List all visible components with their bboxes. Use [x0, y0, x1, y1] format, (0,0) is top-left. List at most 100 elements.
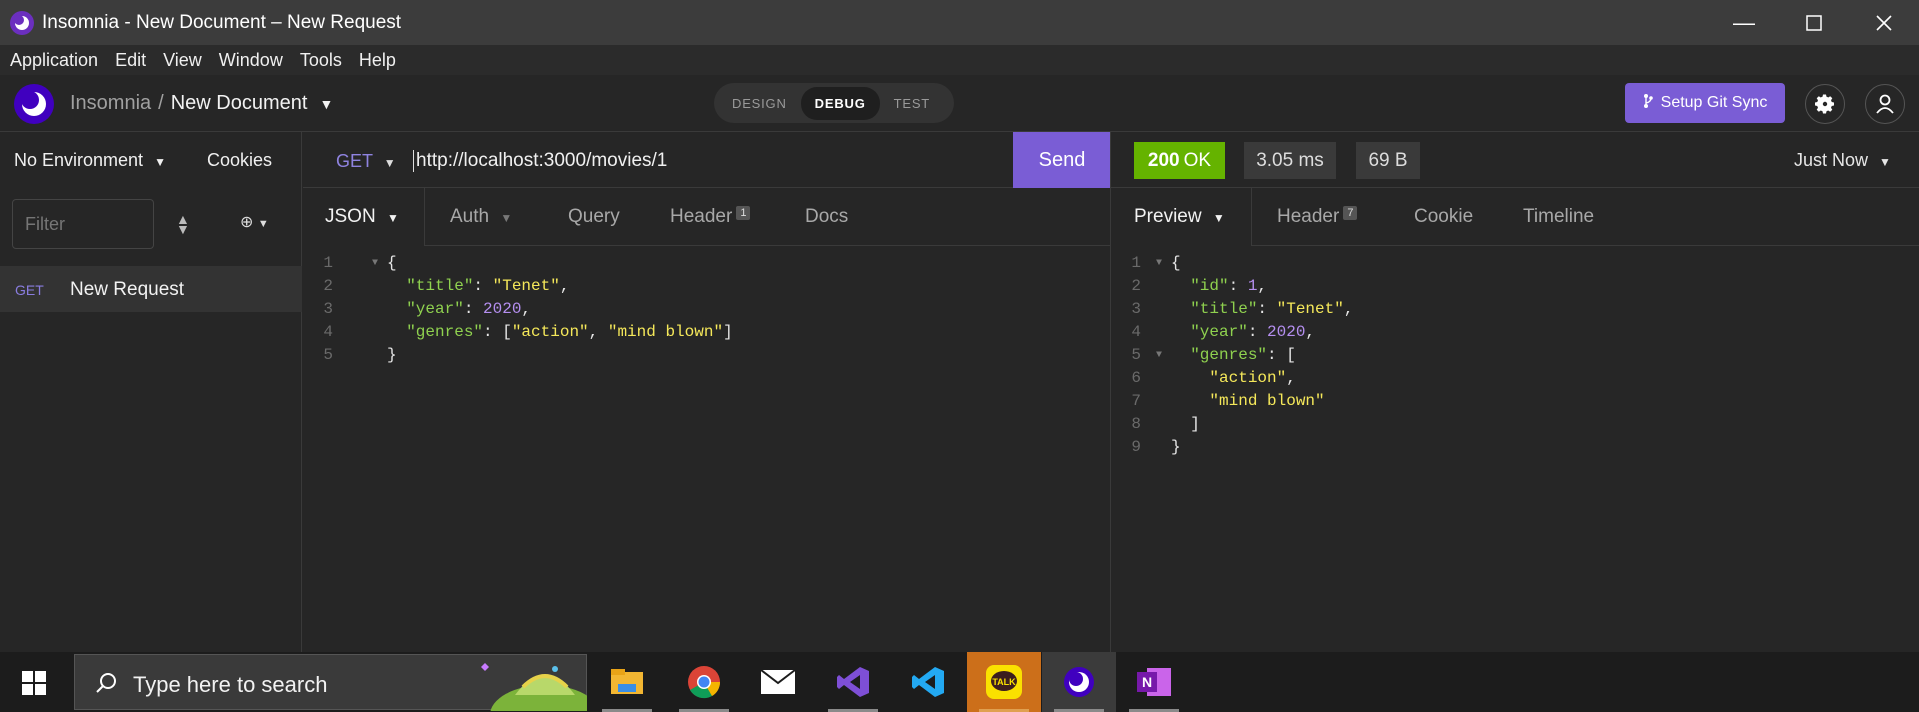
- mode-test[interactable]: TEST: [880, 87, 944, 120]
- line-number: 5: [323, 346, 333, 364]
- maximize-icon[interactable]: [1779, 0, 1849, 45]
- tab-docs[interactable]: Docs: [805, 206, 848, 228]
- windows-taskbar: Type here to search TALK N: [0, 652, 1919, 712]
- window-titlebar: Insomnia - New Document – New Request —: [0, 0, 1919, 45]
- menu-tools[interactable]: Tools: [300, 50, 342, 71]
- tab-body-json[interactable]: JSON ▼: [325, 206, 399, 228]
- chevron-down-icon: ▼: [1879, 155, 1891, 169]
- breadcrumb-separator: /: [158, 92, 164, 114]
- taskbar-onenote[interactable]: N: [1117, 652, 1191, 712]
- search-icon: [96, 673, 116, 693]
- breadcrumb: Insomnia / New Document ▼: [70, 92, 333, 115]
- cookies-button[interactable]: Cookies: [207, 150, 272, 171]
- tab-auth-label: Auth: [450, 206, 490, 227]
- breadcrumb-document[interactable]: New Document: [171, 92, 308, 115]
- chevron-down-icon: ▼: [383, 156, 396, 170]
- chrome-icon: [688, 666, 721, 699]
- tab-auth[interactable]: Auth ▼: [450, 206, 512, 228]
- line-number: 1: [323, 254, 333, 272]
- line-number: 7: [1131, 392, 1141, 410]
- tab-response-header[interactable]: Header 7: [1277, 206, 1358, 228]
- taskbar-vscode[interactable]: [891, 652, 965, 712]
- line-number: 4: [323, 323, 333, 341]
- setup-git-sync-button[interactable]: Setup Git Sync: [1625, 83, 1785, 123]
- close-icon[interactable]: [1849, 0, 1919, 45]
- filter-input[interactable]: [12, 199, 154, 249]
- environment-row: No Environment ▼ Cookies: [0, 132, 302, 188]
- request-method-badge: GET: [15, 282, 44, 298]
- fold-icon[interactable]: ▼: [1156, 252, 1162, 275]
- mail-icon: [760, 669, 796, 694]
- url-input[interactable]: http://localhost:3000/movies/1: [413, 150, 667, 172]
- menu-help[interactable]: Help: [359, 50, 396, 71]
- sidebar-request-item[interactable]: GET New Request: [0, 266, 302, 312]
- fold-icon[interactable]: ▼: [1156, 344, 1162, 367]
- line-number: 2: [323, 277, 333, 295]
- settings-gear-icon[interactable]: [1805, 84, 1845, 124]
- minimize-icon[interactable]: —: [1709, 0, 1779, 45]
- request-tabs: JSON ▼ Auth ▼ Query Header 1 Docs: [303, 188, 1111, 246]
- line-number: 2: [1131, 277, 1141, 295]
- mode-design[interactable]: DESIGN: [718, 87, 801, 120]
- menu-application[interactable]: Application: [10, 50, 98, 71]
- breadcrumb-workspace[interactable]: Insomnia: [70, 92, 151, 115]
- taskbar-chrome[interactable]: [667, 652, 741, 712]
- taskbar-file-explorer[interactable]: [590, 652, 664, 712]
- method-select[interactable]: GET ▼: [336, 151, 396, 172]
- response-json-text: { "id": 1, "title": "Tenet", "year": 202…: [1171, 254, 1354, 456]
- sort-icon[interactable]: ▲ ▼: [176, 212, 190, 236]
- file-explorer-icon: [611, 669, 643, 694]
- tab-cookie[interactable]: Cookie: [1414, 206, 1473, 228]
- menu-edit[interactable]: Edit: [115, 50, 146, 71]
- chevron-down-icon[interactable]: ▼: [319, 96, 333, 112]
- request-body-editor[interactable]: 1 2 3 4 5 ▼ { "title": "Tenet", "year": …: [303, 252, 1111, 652]
- mode-debug[interactable]: DEBUG: [800, 86, 880, 120]
- mode-switcher: DESIGN DEBUG TEST: [714, 83, 954, 123]
- taskbar-visual-studio[interactable]: [816, 652, 890, 712]
- add-request-icon[interactable]: ⊕ ▼: [240, 212, 269, 232]
- menu-window[interactable]: Window: [219, 50, 283, 71]
- response-time-badge: 3.05 ms: [1244, 142, 1336, 179]
- taskbar-search-box[interactable]: Type here to search: [74, 654, 587, 711]
- app-header: Insomnia / New Document ▼ DESIGN DEBUG T…: [0, 75, 1919, 132]
- request-json-text: { "title": "Tenet", "year": 2020, "genre…: [387, 254, 733, 364]
- response-status-bar: 200 OK 3.05 ms 69 B Just Now ▼: [1111, 132, 1919, 188]
- taskbar-kakaotalk[interactable]: TALK: [967, 652, 1041, 712]
- taskbar-mail[interactable]: [741, 652, 815, 712]
- send-button[interactable]: Send: [1013, 132, 1111, 188]
- line-number: 3: [323, 300, 333, 318]
- response-header-count-badge: 7: [1343, 206, 1358, 220]
- line-number: 3: [1131, 300, 1141, 318]
- windows-start-icon[interactable]: [22, 671, 46, 695]
- fold-icon[interactable]: ▼: [372, 252, 378, 275]
- tab-header[interactable]: Header 1: [670, 206, 751, 228]
- onenote-icon: N: [1137, 668, 1171, 696]
- history-label: Just Now: [1794, 150, 1869, 170]
- tab-header-label: Header: [670, 206, 733, 227]
- environment-select[interactable]: No Environment ▼: [14, 150, 166, 171]
- tab-body-label: JSON: [325, 206, 376, 227]
- git-sync-label: Setup Git Sync: [1660, 94, 1768, 111]
- svg-text:N: N: [1142, 674, 1152, 690]
- taskbar-insomnia[interactable]: [1042, 652, 1116, 712]
- menu-view[interactable]: View: [163, 50, 202, 71]
- method-label: GET: [336, 151, 373, 171]
- insomnia-icon: [1064, 667, 1094, 697]
- tab-query[interactable]: Query: [568, 206, 620, 228]
- line-number: 5: [1131, 346, 1141, 364]
- request-url-bar: GET ▼ http://localhost:3000/movies/1: [303, 132, 1111, 188]
- chevron-down-icon: ▼: [386, 211, 399, 225]
- tab-timeline[interactable]: Timeline: [1523, 206, 1594, 228]
- response-history-select[interactable]: Just Now ▼: [1794, 150, 1891, 171]
- menu-bar: Application Edit View Window Tools Help: [0, 45, 1919, 75]
- tab-response-header-label: Header: [1277, 206, 1340, 227]
- environment-label: No Environment: [14, 150, 144, 170]
- svg-text:TALK: TALK: [992, 677, 1016, 687]
- insomnia-logo-icon: [14, 84, 54, 124]
- request-name: New Request: [70, 279, 185, 300]
- tab-preview[interactable]: Preview ▼: [1134, 206, 1225, 228]
- status-code: 200: [1147, 149, 1180, 171]
- account-icon[interactable]: [1865, 84, 1905, 124]
- search-highlight-illustration-icon: [481, 663, 587, 711]
- visual-studio-icon: [837, 667, 869, 697]
